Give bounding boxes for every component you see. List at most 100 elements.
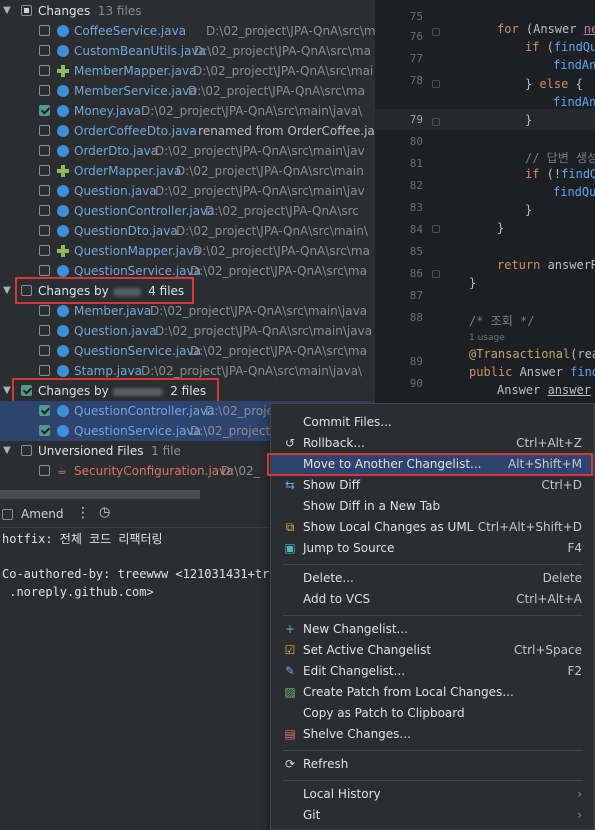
java-class-icon [57, 205, 69, 217]
file-row[interactable]: OrderDto.java D:\02_project\JPA-QnA\src\m… [0, 141, 375, 161]
clock-icon[interactable]: ◷ [99, 505, 110, 520]
file-row[interactable]: QuestionController.java D:\02_project\JPA… [0, 201, 375, 221]
file-checkbox[interactable] [39, 105, 50, 116]
menu-item-refresh[interactable]: ⟳ Refresh [271, 754, 594, 775]
menu-item-copy-patch[interactable]: Copy as Patch to Clipboard [271, 703, 594, 724]
changelist-checkbox[interactable] [21, 5, 32, 16]
pencil-icon: ✎ [284, 664, 296, 678]
file-row[interactable]: QuestionService.java D:\02_project\JPA-Qn… [0, 341, 375, 361]
file-checkbox[interactable] [39, 405, 50, 416]
menu-item-shelve-changes[interactable]: ▤ Shelve Changes... [271, 724, 594, 745]
java-class-icon [57, 405, 69, 417]
menu-item-local-history[interactable]: Local History › [271, 784, 594, 805]
changelist-changes[interactable]: ▼ Changes 13 files [0, 1, 375, 21]
amend-checkbox[interactable] [2, 509, 13, 520]
java-class-icon [57, 325, 69, 337]
file-path: D:\02_project\JPA-QnA\src\main\java [155, 324, 373, 338]
menu-item-shortcut: Ctrl+Alt+Shift+D [477, 520, 582, 534]
java-class-icon [57, 105, 69, 117]
java-class-icon [57, 45, 69, 57]
fold-marker-icon[interactable] [432, 80, 440, 88]
file-row[interactable]: CustomBeanUtils.java D:\02_project\JPA-Qn… [0, 41, 375, 61]
file-name: OrderCoffeeDto.java [74, 124, 197, 138]
file-checkbox[interactable] [39, 125, 50, 136]
commit-message-line[interactable]: Co-authored-by: treewww <121031431+tree [2, 567, 284, 581]
file-checkbox[interactable] [39, 185, 50, 196]
amend-label[interactable]: Amend [21, 507, 64, 521]
menu-item-show-diff[interactable]: ⇆ Show Diff Ctrl+D [271, 475, 594, 496]
menu-item-create-patch[interactable]: ▨ Create Patch from Local Changes... [271, 682, 594, 703]
horizontal-scrollbar[interactable] [0, 490, 200, 499]
file-row[interactable]: Money.java D:\02_project\JPA-QnA\src\main… [0, 101, 375, 121]
file-name: MemberService.java [74, 84, 197, 98]
file-checkbox[interactable] [39, 465, 50, 476]
commit-message-line[interactable]: hotfix: 전체 코드 리팩터링 [2, 530, 163, 547]
file-row[interactable]: MemberMapper.java D:\02_project\JPA-QnA\s… [0, 61, 375, 81]
file-checkbox[interactable] [39, 345, 50, 356]
file-checkbox[interactable] [39, 85, 50, 96]
menu-item-git[interactable]: Git › [271, 805, 594, 826]
file-checkbox[interactable] [39, 305, 50, 316]
menu-item-shortcut: Ctrl+Space [514, 643, 582, 657]
changelist-checkbox[interactable] [21, 445, 32, 456]
fold-marker-icon[interactable] [432, 225, 440, 233]
file-checkbox[interactable] [39, 145, 50, 156]
code-editor[interactable]: 75 76 77 78 79 80 81 82 83 84 85 86 87 8… [375, 0, 595, 410]
chevron-down-icon[interactable]: ▼ [2, 441, 12, 461]
file-row[interactable]: CoffeeService.java D:\02_project\JPA-QnA\… [0, 21, 375, 41]
menu-item-commit-files[interactable]: Commit Files... [271, 412, 594, 433]
file-checkbox[interactable] [39, 365, 50, 376]
file-checkbox[interactable] [39, 165, 50, 176]
file-row[interactable]: Member.java D:\02_project\JPA-QnA\src\mai… [0, 301, 375, 321]
menu-separator [283, 780, 583, 781]
usage-hint[interactable]: 1 usage [469, 333, 505, 343]
chevron-down-icon[interactable]: ▼ [2, 1, 12, 21]
file-checkbox[interactable] [39, 65, 50, 76]
file-row[interactable]: MemberService.java D:\02_project\JPA-QnA\… [0, 81, 375, 101]
file-checkbox[interactable] [39, 25, 50, 36]
shelve-icon: ▤ [284, 727, 296, 741]
menu-item-new-changelist[interactable]: + New Changelist... [271, 619, 594, 640]
file-name: QuestionDto.java [74, 224, 178, 238]
file-row[interactable]: QuestionDto.java D:\02_project\JPA-QnA\sr… [0, 221, 375, 241]
menu-item-rollback[interactable]: ↺ Rollback... Ctrl+Alt+Z [271, 433, 594, 454]
file-row[interactable]: OrderMapper.java D:\02_project\JPA-QnA\sr… [0, 161, 375, 181]
code-line: for (Answer ne [497, 22, 595, 36]
file-checkbox[interactable] [39, 45, 50, 56]
fold-marker-icon[interactable] [432, 270, 440, 278]
menu-item-set-active-changelist[interactable]: ☑ Set Active Changelist Ctrl+Space [271, 640, 594, 661]
menu-item-jump-to-source[interactable]: ▣ Jump to Source F4 [271, 538, 594, 559]
file-row[interactable]: OrderCoffeeDto.java - renamed from OrderC… [0, 121, 375, 141]
chevron-right-icon: › [577, 787, 582, 801]
chevron-down-icon[interactable]: ▼ [2, 281, 12, 301]
file-row[interactable]: Question.java D:\02_project\JPA-QnA\src\m… [0, 321, 375, 341]
line-number: 90 [409, 377, 423, 390]
rollback-icon: ↺ [284, 436, 296, 450]
checkbox-icon: ☑ [284, 643, 296, 657]
menu-item-shortcut: Ctrl+Alt+Z [516, 436, 582, 450]
line-number: 81 [409, 157, 423, 170]
menu-item-add-to-vcs[interactable]: Add to VCS Ctrl+Alt+A [271, 589, 594, 610]
file-checkbox[interactable] [39, 205, 50, 216]
menu-item-delete[interactable]: Delete... Delete [271, 568, 594, 589]
file-checkbox[interactable] [39, 425, 50, 436]
file-row[interactable]: QuestionMapper.java D:\02_project\JPA-QnA… [0, 241, 375, 261]
fold-marker-icon[interactable] [432, 118, 440, 126]
file-checkbox[interactable] [39, 325, 50, 336]
more-vertical-icon[interactable]: ⋮ [76, 505, 90, 521]
menu-item-edit-changelist[interactable]: ✎ Edit Changelist... F2 [271, 661, 594, 682]
file-path: D:\02_project\JPA-QnA\src\main [176, 164, 364, 178]
file-name: OrderDto.java [74, 144, 159, 158]
file-row[interactable]: Question.java D:\02_project\JPA-QnA\src\m… [0, 181, 375, 201]
commit-message-line[interactable]: .noreply.github.com> [2, 585, 154, 599]
file-name: Money.java [74, 104, 142, 118]
file-checkbox[interactable] [39, 245, 50, 256]
chevron-down-icon[interactable]: ▼ [2, 381, 12, 401]
java-class-icon [57, 185, 69, 197]
file-checkbox[interactable] [39, 225, 50, 236]
file-checkbox[interactable] [39, 265, 50, 276]
menu-item-show-diff-new-tab[interactable]: Show Diff in a New Tab [271, 496, 594, 517]
fold-marker-icon[interactable] [432, 28, 440, 36]
menu-item-show-uml[interactable]: ⧉ Show Local Changes as UML Ctrl+Alt+Shift… [271, 517, 594, 538]
line-number: 88 [409, 311, 423, 324]
